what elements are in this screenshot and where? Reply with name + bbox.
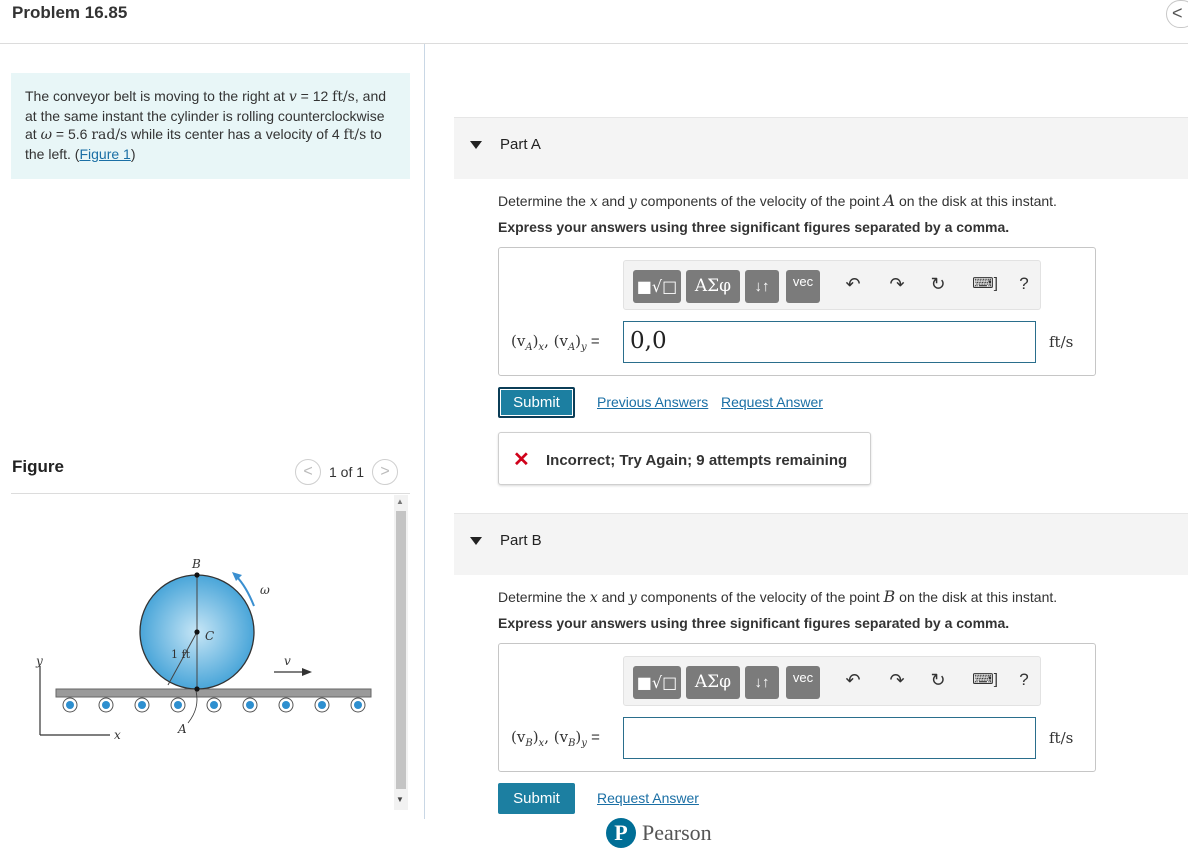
caret-down-icon [470, 141, 482, 149]
part-b-title: Part B [500, 532, 542, 549]
pearson-p-icon: P [606, 818, 636, 848]
radius-label: 1 ft [171, 648, 191, 661]
point-c-label: C [205, 629, 214, 643]
incorrect-x-icon: ✕ [513, 449, 530, 471]
part-b-unit: ft/s [1049, 729, 1074, 747]
chevron-left-icon: < [303, 463, 313, 480]
part-a-answer-box: ■√□ ΑΣφ ↓↑ vec ↶ ↷ ↻ ⌨] ? (vA)x, (vA)y =… [498, 247, 1096, 376]
feedback-message: Incorrect; Try Again; 9 attempts remaini… [546, 452, 848, 469]
arrows-button[interactable]: ↓↑ [745, 270, 779, 303]
part-a-submit-button[interactable]: Submit [498, 387, 575, 418]
keyboard-icon[interactable]: ⌨] [968, 274, 1002, 292]
vec-button[interactable]: vec [786, 666, 820, 699]
problem-title: Problem 16.85 [12, 3, 128, 22]
math-toolbar: ■√□ ΑΣφ ↓↑ vec ↶ ↷ ↻ ⌨] ? [623, 656, 1041, 706]
part-a-title: Part A [500, 136, 541, 153]
undo-icon[interactable]: ↶ [841, 670, 865, 691]
figure-divider [11, 493, 410, 494]
scroll-up-icon[interactable]: ▲ [396, 497, 404, 506]
pearson-logo: P Pearson [606, 818, 712, 848]
help-icon[interactable]: ? [1012, 670, 1036, 690]
collapse-panel-button[interactable]: < [1166, 0, 1188, 28]
part-a-question: Determine the x and y components of the … [498, 191, 1057, 210]
figure-heading: Figure [12, 457, 64, 476]
vec-button[interactable]: vec [786, 270, 820, 303]
part-a-request-answer-link[interactable]: Request Answer [721, 394, 823, 410]
caret-down-icon [470, 537, 482, 545]
header-divider [0, 43, 1188, 44]
redo-icon[interactable]: ↷ [885, 670, 909, 691]
part-b-instruction: Express your answers using three signifi… [498, 615, 1010, 631]
pearson-wordmark: Pearson [642, 820, 712, 845]
part-b-header[interactable]: Part B [454, 513, 1188, 575]
greek-symbols-button[interactable]: ΑΣφ [686, 270, 740, 303]
point-a-label: A [177, 722, 187, 736]
reset-icon[interactable]: ↻ [926, 670, 950, 691]
scroll-thumb[interactable] [396, 511, 406, 789]
part-a-header[interactable]: Part A [454, 117, 1188, 179]
part-a-instruction: Express your answers using three signifi… [498, 219, 1010, 235]
keyboard-icon[interactable]: ⌨] [968, 670, 1002, 688]
undo-icon[interactable]: ↶ [841, 274, 865, 295]
part-b-question: Determine the x and y components of the … [498, 587, 1058, 606]
part-b-request-answer-link[interactable]: Request Answer [597, 790, 699, 806]
figure-link[interactable]: Figure 1 [79, 146, 130, 162]
next-figure-button[interactable]: > [372, 459, 399, 485]
arrows-button[interactable]: ↓↑ [745, 666, 779, 699]
templates-button[interactable]: ■√□ [633, 666, 681, 699]
point-b-label: B [191, 557, 201, 571]
omega-label: ω [260, 583, 270, 597]
problem-statement: The conveyor belt is moving to the right… [11, 73, 410, 179]
part-a-answer-label: (vA)x, (vA)y = [511, 332, 600, 353]
part-a-feedback: ✕ Incorrect; Try Again; 9 attempts remai… [498, 432, 871, 485]
scroll-down-icon[interactable]: ▼ [396, 795, 404, 804]
conveyor-cylinder-figure: y x B C A 1 ft ω v [35, 557, 372, 742]
part-b-answer-input[interactable] [623, 717, 1036, 759]
part-a-answer-input[interactable]: 0,0 [623, 321, 1036, 363]
redo-icon[interactable]: ↷ [885, 274, 909, 295]
figure-pager: < 1 of 1 > [295, 459, 399, 485]
part-b-answer-label: (vB)x, (vB)y = [511, 728, 600, 749]
x-axis-label: x [114, 728, 121, 742]
math-toolbar: ■√□ ΑΣφ ↓↑ vec ↶ ↷ ↻ ⌨] ? [623, 260, 1041, 310]
help-icon[interactable]: ? [1012, 274, 1036, 294]
y-axis-label: y [35, 654, 43, 668]
templates-button[interactable]: ■√□ [633, 270, 681, 303]
greek-symbols-button[interactable]: ΑΣφ [686, 666, 740, 699]
part-a-unit: ft/s [1049, 333, 1074, 351]
chevron-right-icon: > [380, 463, 390, 480]
part-b-answer-box: ■√□ ΑΣφ ↓↑ vec ↶ ↷ ↻ ⌨] ? (vB)x, (vB)y =… [498, 643, 1096, 772]
prev-figure-button[interactable]: < [295, 459, 321, 485]
figure-page-count: 1 of 1 [329, 464, 365, 480]
figure-scrollbar[interactable]: ▲ ▼ [394, 495, 408, 810]
part-b-submit-button[interactable]: Submit [498, 783, 575, 814]
reset-icon[interactable]: ↻ [926, 274, 950, 295]
column-divider [424, 44, 425, 819]
chevron-left-icon: < [1172, 3, 1183, 23]
v-label: v [284, 654, 291, 668]
previous-answers-link[interactable]: Previous Answers [597, 394, 708, 410]
